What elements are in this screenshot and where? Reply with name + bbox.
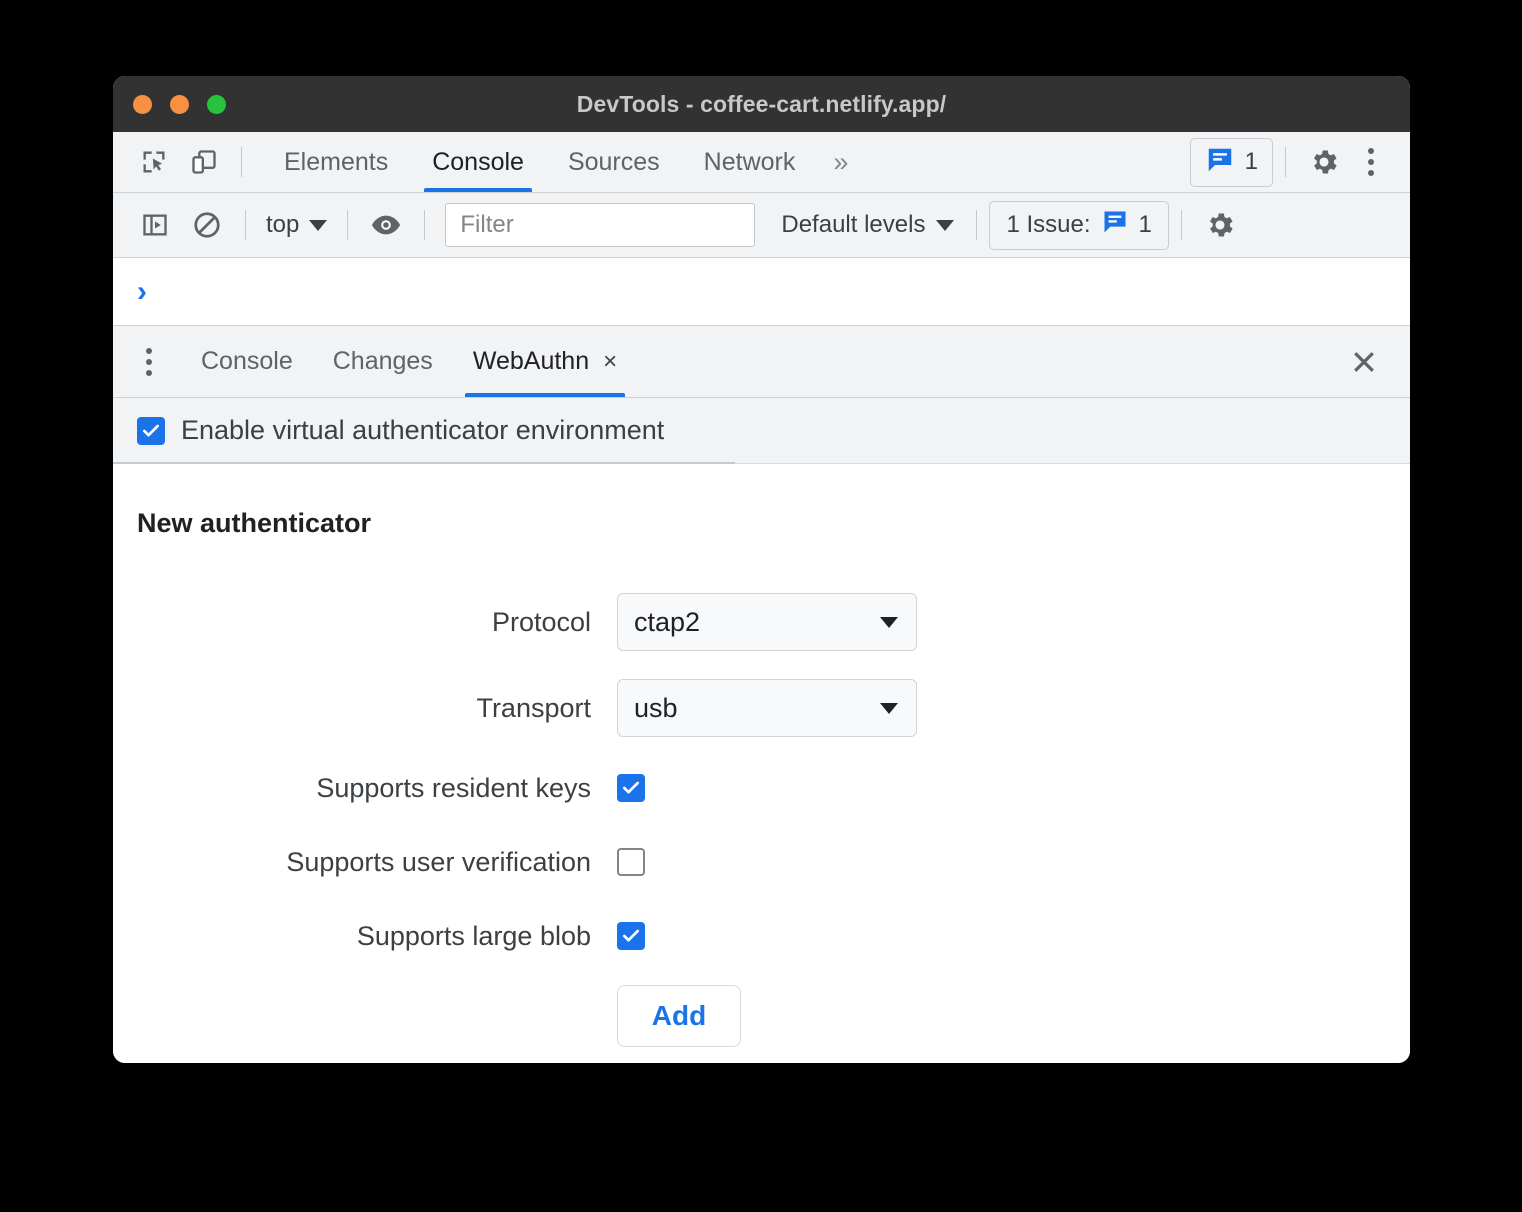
inspect-element-icon[interactable]	[129, 138, 179, 186]
tab-network[interactable]: Network	[682, 133, 818, 192]
large-blob-row: Supports large blob	[137, 899, 1410, 973]
panel-tabs: Elements Console Sources Network »	[262, 133, 864, 192]
protocol-label: Protocol	[491, 606, 591, 637]
new-authenticator-title: New authenticator	[137, 508, 372, 538]
close-drawer-icon[interactable]	[1336, 334, 1392, 390]
toolbar-divider	[241, 147, 242, 177]
console-divider-3	[424, 210, 426, 240]
enable-virtual-authenticator-row[interactable]: Enable virtual authenticator environment	[113, 398, 1410, 464]
drawer-tab-console-label: Console	[201, 347, 293, 375]
webauthn-pane: New authenticator Protocol ctap2 Transpo…	[113, 464, 1410, 1063]
more-tabs-icon[interactable]: »	[817, 148, 864, 176]
tab-elements-label: Elements	[284, 147, 389, 176]
add-authenticator-button[interactable]: Add	[617, 985, 741, 1047]
device-toolbar-icon[interactable]	[179, 138, 229, 186]
tab-console[interactable]: Console	[410, 133, 546, 192]
tab-sources[interactable]: Sources	[546, 133, 682, 192]
resident-keys-row: Supports resident keys	[137, 751, 1410, 825]
close-window-button[interactable]	[133, 94, 152, 114]
drawer-tab-changes[interactable]: Changes	[313, 326, 453, 397]
tab-network-label: Network	[703, 147, 796, 176]
toolbar-divider-2	[1285, 147, 1286, 177]
console-settings-gear-icon[interactable]	[1194, 201, 1246, 249]
log-levels-selector[interactable]: Default levels	[771, 211, 964, 239]
issue-bubble-icon	[1205, 145, 1235, 180]
user-verification-row: Supports user verification	[137, 825, 1410, 899]
add-button-row: Add	[137, 973, 1410, 1059]
drawer-tab-console[interactable]: Console	[181, 326, 313, 397]
drawer-kebab-menu-icon[interactable]	[127, 338, 171, 386]
issues-badge-count: 1	[1244, 148, 1258, 175]
screenshot-root: DevTools - coffee-cart.netlify.app/ Elem…	[0, 0, 1522, 1212]
issues-badge-button[interactable]: 1	[1189, 137, 1273, 187]
close-webauthn-tab-icon[interactable]: ×	[603, 349, 617, 374]
console-issues-count: 1	[1138, 211, 1152, 238]
clear-console-icon[interactable]	[181, 201, 233, 249]
chevron-down-icon-2	[936, 219, 955, 231]
transport-row: Transport usb	[137, 665, 1410, 751]
issue-bubble-icon-2	[1101, 208, 1129, 243]
execution-context-value: top	[266, 211, 300, 238]
kebab-menu-icon[interactable]	[1350, 138, 1392, 186]
transport-select[interactable]: usb	[617, 679, 917, 737]
tab-sources-label: Sources	[567, 147, 660, 176]
enable-virtual-authenticator-label: Enable virtual authenticator environment	[181, 415, 665, 445]
user-verification-label: Supports user verification	[286, 846, 591, 877]
chevron-down-icon	[309, 219, 328, 231]
live-expression-icon[interactable]	[360, 201, 412, 249]
enable-virtual-authenticator-checkbox[interactable]	[137, 416, 165, 445]
resident-keys-label: Supports resident keys	[316, 772, 591, 803]
maximize-window-button[interactable]	[207, 94, 226, 114]
window-title: DevTools - coffee-cart.netlify.app/	[576, 90, 947, 117]
log-levels-value: Default levels	[781, 211, 926, 238]
gear-icon[interactable]	[1298, 138, 1350, 186]
console-output-area[interactable]: ›	[113, 258, 1410, 326]
drawer-tab-webauthn-label: WebAuthn	[472, 347, 590, 375]
tab-console-label: Console	[432, 147, 524, 176]
console-prompt-chevron-icon: ›	[137, 274, 147, 308]
transport-label: Transport	[476, 692, 591, 723]
main-toolbar-right: 1	[1189, 137, 1392, 187]
large-blob-checkbox[interactable]	[617, 922, 645, 950]
console-issues-label: 1 Issue:	[1006, 211, 1091, 238]
execution-context-selector[interactable]: top	[258, 211, 335, 239]
chevron-down-icon-protocol	[880, 616, 898, 628]
console-divider-1	[245, 210, 246, 240]
protocol-row: Protocol ctap2	[137, 579, 1410, 665]
console-issues-button[interactable]: 1 Issue: 1	[989, 200, 1169, 250]
resident-keys-checkbox[interactable]	[617, 774, 645, 802]
drawer-toolbar: Console Changes WebAuthn ×	[113, 326, 1410, 398]
minimize-window-button[interactable]	[170, 94, 189, 114]
transport-value: usb	[634, 692, 678, 723]
drawer-tabs: Console Changes WebAuthn ×	[181, 326, 637, 397]
tab-elements[interactable]: Elements	[262, 133, 410, 192]
window-titlebar: DevTools - coffee-cart.netlify.app/	[113, 76, 1410, 132]
console-divider-2	[347, 210, 349, 240]
main-toolbar: Elements Console Sources Network » 1	[113, 132, 1410, 193]
protocol-value: ctap2	[634, 606, 701, 637]
chevron-down-icon-transport	[880, 702, 898, 714]
console-sidebar-icon[interactable]	[129, 201, 181, 249]
console-divider-4	[976, 210, 978, 240]
protocol-select[interactable]: ctap2	[617, 593, 917, 651]
filter-input[interactable]: Filter	[445, 203, 756, 247]
devtools-window: DevTools - coffee-cart.netlify.app/ Elem…	[113, 76, 1410, 1063]
drawer-tab-changes-label: Changes	[332, 347, 433, 375]
large-blob-label: Supports large blob	[356, 920, 591, 951]
console-divider-5	[1180, 210, 1182, 240]
drawer-tab-webauthn[interactable]: WebAuthn ×	[453, 326, 637, 397]
traffic-light-buttons	[133, 76, 226, 132]
user-verification-checkbox[interactable]	[617, 848, 645, 876]
console-toolbar: top Filter Default levels 1 Issue: 1	[113, 193, 1410, 258]
